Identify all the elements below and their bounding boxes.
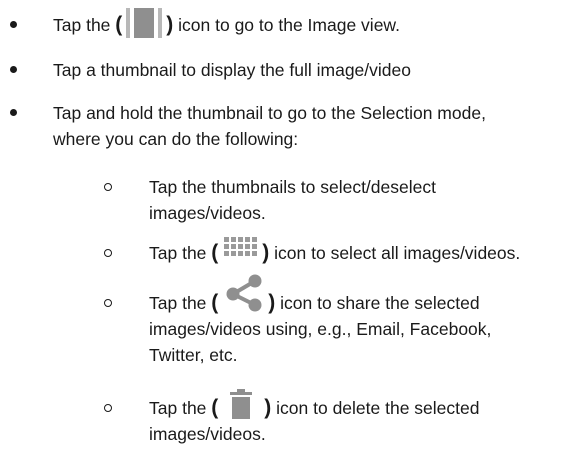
item-text: Tap the () icon to go to the Image view. bbox=[53, 8, 400, 39]
sub-bullet-circle bbox=[104, 404, 112, 412]
sub-bullet-circle bbox=[104, 249, 112, 257]
sub-item-text: Tap the ( ) icon to share the selected bbox=[149, 274, 480, 316]
bullet-dot bbox=[10, 109, 17, 116]
sub-item-text-line: images/videos using, e.g., Email, Facebo… bbox=[149, 319, 492, 339]
image-view-icon bbox=[126, 8, 163, 39]
sub-item-text-line: Twitter, etc. bbox=[149, 345, 238, 365]
select-all-grid-icon bbox=[224, 237, 258, 257]
sub-item-text-line: images/videos. bbox=[149, 424, 266, 444]
trash-icon bbox=[230, 389, 253, 420]
item-text: Tap a thumbnail to display the full imag… bbox=[53, 60, 411, 80]
sub-item-text: Tap the ( ) icon to delete the selected bbox=[149, 389, 480, 421]
item-text-line: where you can do the following: bbox=[53, 129, 299, 149]
bullet-dot bbox=[10, 21, 17, 28]
share-icon bbox=[226, 274, 262, 312]
sub-item-text-line: images/videos. bbox=[149, 203, 266, 223]
sub-item-text: Tap the ( ) icon to select all images/vi… bbox=[149, 237, 520, 266]
item-text-line: Tap and hold the thumbnail to go to the … bbox=[53, 103, 486, 123]
sub-bullet-circle bbox=[104, 183, 112, 191]
bullet-dot bbox=[10, 66, 17, 73]
sub-bullet-circle bbox=[104, 299, 112, 307]
sub-item-text-line: Tap the thumbnails to select/deselect bbox=[149, 177, 436, 197]
